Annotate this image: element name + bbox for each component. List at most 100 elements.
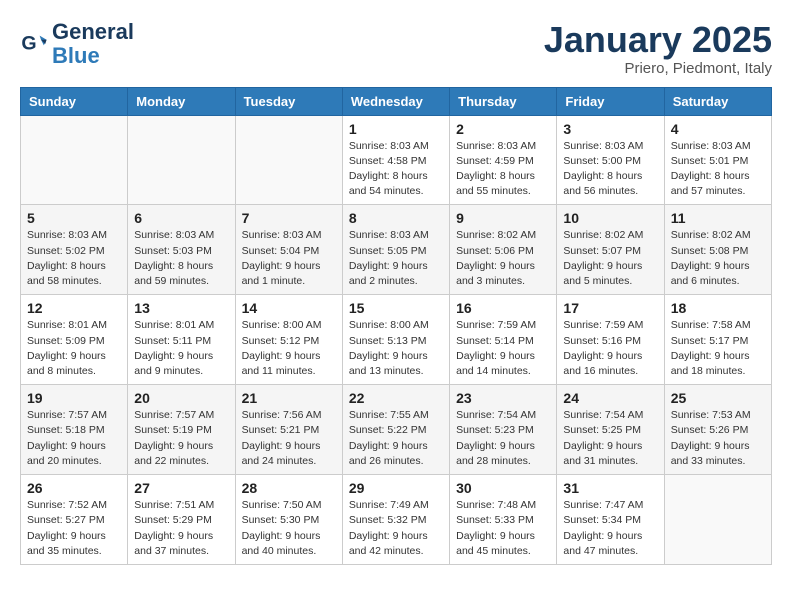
day-info: Sunrise: 7:57 AM Sunset: 5:19 PM Dayligh… <box>134 408 228 469</box>
day-number: 14 <box>242 300 336 316</box>
day-number: 18 <box>671 300 765 316</box>
calendar-cell: 14 Sunrise: 8:00 AM Sunset: 5:12 PM Dayli… <box>235 295 342 385</box>
day-info: Sunrise: 8:03 AM Sunset: 5:04 PM Dayligh… <box>242 228 336 289</box>
day-number: 19 <box>27 390 121 406</box>
calendar-cell: 13 Sunrise: 8:01 AM Sunset: 5:11 PM Dayli… <box>128 295 235 385</box>
day-info: Sunrise: 7:54 AM Sunset: 5:25 PM Dayligh… <box>563 408 657 469</box>
day-info: Sunrise: 8:00 AM Sunset: 5:13 PM Dayligh… <box>349 318 443 379</box>
day-info: Sunrise: 8:03 AM Sunset: 4:58 PM Dayligh… <box>349 139 443 200</box>
calendar-cell: 21 Sunrise: 7:56 AM Sunset: 5:21 PM Dayli… <box>235 385 342 475</box>
calendar-cell: 23 Sunrise: 7:54 AM Sunset: 5:23 PM Dayli… <box>450 385 557 475</box>
calendar-week-row: 1Sunrise: 8:03 AM Sunset: 4:58 PM Daylig… <box>21 115 772 205</box>
col-header-friday: Friday <box>557 87 664 115</box>
day-info: Sunrise: 7:53 AM Sunset: 5:26 PM Dayligh… <box>671 408 765 469</box>
day-number: 2 <box>456 121 550 137</box>
day-info: Sunrise: 8:01 AM Sunset: 5:11 PM Dayligh… <box>134 318 228 379</box>
calendar-cell: 9Sunrise: 8:02 AM Sunset: 5:06 PM Daylig… <box>450 205 557 295</box>
logo: G GeneralBlue <box>20 20 134 68</box>
col-header-wednesday: Wednesday <box>342 87 449 115</box>
calendar-cell: 16Sunrise: 7:59 AM Sunset: 5:14 PM Dayli… <box>450 295 557 385</box>
logo-text: GeneralBlue <box>52 20 134 68</box>
day-number: 30 <box>456 480 550 496</box>
day-info: Sunrise: 8:03 AM Sunset: 5:03 PM Dayligh… <box>134 228 228 289</box>
calendar-cell: 5 Sunrise: 8:03 AM Sunset: 5:02 PM Daylig… <box>21 205 128 295</box>
logo-icon: G <box>20 30 48 58</box>
day-info: Sunrise: 7:52 AM Sunset: 5:27 PM Dayligh… <box>27 498 121 559</box>
calendar-cell: 24 Sunrise: 7:54 AM Sunset: 5:25 PM Dayli… <box>557 385 664 475</box>
title-area: January 2025 Priero, Piedmont, Italy <box>544 20 772 77</box>
day-info: Sunrise: 7:57 AM Sunset: 5:18 PM Dayligh… <box>27 408 121 469</box>
calendar-cell <box>128 115 235 205</box>
calendar-cell: 1Sunrise: 8:03 AM Sunset: 4:58 PM Daylig… <box>342 115 449 205</box>
day-info: Sunrise: 8:03 AM Sunset: 5:01 PM Dayligh… <box>671 139 765 200</box>
day-info: Sunrise: 7:47 AM Sunset: 5:34 PM Dayligh… <box>563 498 657 559</box>
calendar-cell: 28 Sunrise: 7:50 AM Sunset: 5:30 PM Dayli… <box>235 475 342 565</box>
col-header-sunday: Sunday <box>21 87 128 115</box>
day-info: Sunrise: 8:02 AM Sunset: 5:07 PM Dayligh… <box>563 228 657 289</box>
col-header-tuesday: Tuesday <box>235 87 342 115</box>
col-header-thursday: Thursday <box>450 87 557 115</box>
calendar-cell: 7 Sunrise: 8:03 AM Sunset: 5:04 PM Daylig… <box>235 205 342 295</box>
calendar-header-row: SundayMondayTuesdayWednesdayThursdayFrid… <box>21 87 772 115</box>
day-info: Sunrise: 8:03 AM Sunset: 5:05 PM Dayligh… <box>349 228 443 289</box>
day-info: Sunrise: 7:56 AM Sunset: 5:21 PM Dayligh… <box>242 408 336 469</box>
col-header-saturday: Saturday <box>664 87 771 115</box>
day-number: 27 <box>134 480 228 496</box>
day-number: 11 <box>671 210 765 226</box>
calendar-cell: 3 Sunrise: 8:03 AM Sunset: 5:00 PM Daylig… <box>557 115 664 205</box>
calendar-cell: 15 Sunrise: 8:00 AM Sunset: 5:13 PM Dayli… <box>342 295 449 385</box>
calendar-cell: 25 Sunrise: 7:53 AM Sunset: 5:26 PM Dayli… <box>664 385 771 475</box>
day-info: Sunrise: 7:59 AM Sunset: 5:14 PM Dayligh… <box>456 318 550 379</box>
calendar-week-row: 5 Sunrise: 8:03 AM Sunset: 5:02 PM Daylig… <box>21 205 772 295</box>
day-number: 4 <box>671 121 765 137</box>
day-info: Sunrise: 7:50 AM Sunset: 5:30 PM Dayligh… <box>242 498 336 559</box>
day-info: Sunrise: 8:03 AM Sunset: 5:00 PM Dayligh… <box>563 139 657 200</box>
day-number: 8 <box>349 210 443 226</box>
day-info: Sunrise: 7:54 AM Sunset: 5:23 PM Dayligh… <box>456 408 550 469</box>
day-number: 21 <box>242 390 336 406</box>
day-number: 6 <box>134 210 228 226</box>
svg-text:G: G <box>21 33 36 55</box>
day-number: 10 <box>563 210 657 226</box>
day-info: Sunrise: 8:03 AM Sunset: 4:59 PM Dayligh… <box>456 139 550 200</box>
calendar-table: SundayMondayTuesdayWednesdayThursdayFrid… <box>20 87 772 565</box>
day-number: 13 <box>134 300 228 316</box>
day-number: 7 <box>242 210 336 226</box>
day-number: 23 <box>456 390 550 406</box>
col-header-monday: Monday <box>128 87 235 115</box>
day-number: 28 <box>242 480 336 496</box>
calendar-cell: 31Sunrise: 7:47 AM Sunset: 5:34 PM Dayli… <box>557 475 664 565</box>
calendar-cell: 22Sunrise: 7:55 AM Sunset: 5:22 PM Dayli… <box>342 385 449 475</box>
day-info: Sunrise: 7:51 AM Sunset: 5:29 PM Dayligh… <box>134 498 228 559</box>
day-number: 20 <box>134 390 228 406</box>
calendar-cell: 6 Sunrise: 8:03 AM Sunset: 5:03 PM Daylig… <box>128 205 235 295</box>
calendar-cell: 11Sunrise: 8:02 AM Sunset: 5:08 PM Dayli… <box>664 205 771 295</box>
calendar-week-row: 26 Sunrise: 7:52 AM Sunset: 5:27 PM Dayli… <box>21 475 772 565</box>
day-number: 9 <box>456 210 550 226</box>
calendar-cell: 20 Sunrise: 7:57 AM Sunset: 5:19 PM Dayli… <box>128 385 235 475</box>
day-info: Sunrise: 8:03 AM Sunset: 5:02 PM Dayligh… <box>27 228 121 289</box>
day-number: 24 <box>563 390 657 406</box>
calendar-cell <box>235 115 342 205</box>
location-subtitle: Priero, Piedmont, Italy <box>544 60 772 77</box>
day-number: 12 <box>27 300 121 316</box>
day-number: 15 <box>349 300 443 316</box>
day-number: 22 <box>349 390 443 406</box>
day-number: 26 <box>27 480 121 496</box>
calendar-cell: 29Sunrise: 7:49 AM Sunset: 5:32 PM Dayli… <box>342 475 449 565</box>
day-info: Sunrise: 8:00 AM Sunset: 5:12 PM Dayligh… <box>242 318 336 379</box>
page-header: G GeneralBlue January 2025 Priero, Piedm… <box>20 20 772 77</box>
day-info: Sunrise: 7:58 AM Sunset: 5:17 PM Dayligh… <box>671 318 765 379</box>
calendar-cell: 19 Sunrise: 7:57 AM Sunset: 5:18 PM Dayli… <box>21 385 128 475</box>
day-info: Sunrise: 7:59 AM Sunset: 5:16 PM Dayligh… <box>563 318 657 379</box>
calendar-cell: 2 Sunrise: 8:03 AM Sunset: 4:59 PM Daylig… <box>450 115 557 205</box>
day-number: 29 <box>349 480 443 496</box>
day-number: 5 <box>27 210 121 226</box>
calendar-cell: 30 Sunrise: 7:48 AM Sunset: 5:33 PM Dayli… <box>450 475 557 565</box>
day-number: 3 <box>563 121 657 137</box>
calendar-cell: 10 Sunrise: 8:02 AM Sunset: 5:07 PM Dayli… <box>557 205 664 295</box>
day-number: 25 <box>671 390 765 406</box>
day-info: Sunrise: 7:48 AM Sunset: 5:33 PM Dayligh… <box>456 498 550 559</box>
calendar-week-row: 19 Sunrise: 7:57 AM Sunset: 5:18 PM Dayli… <box>21 385 772 475</box>
calendar-cell: 27 Sunrise: 7:51 AM Sunset: 5:29 PM Dayli… <box>128 475 235 565</box>
